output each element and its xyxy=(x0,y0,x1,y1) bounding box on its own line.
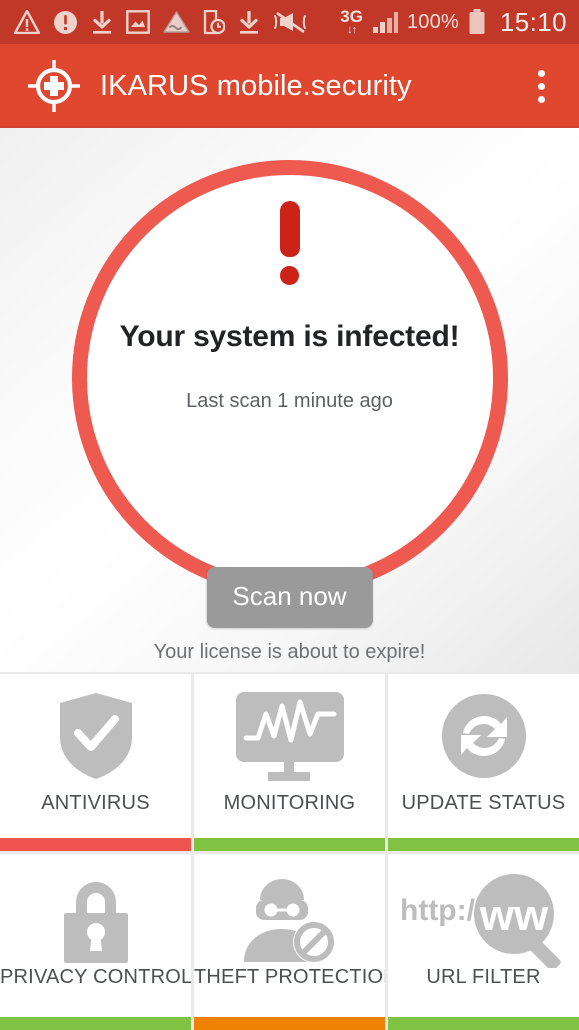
download-icon-2 xyxy=(240,10,258,34)
tile-label: ANTIVIRUS xyxy=(41,791,150,814)
battery-percent-label: 100% xyxy=(406,10,459,33)
overflow-dot xyxy=(537,82,545,90)
feature-tile-grid: ANTIVIRUS MONITORING UPDATE STATUS PRIVA… xyxy=(0,672,579,1030)
error-circle-icon xyxy=(54,10,77,34)
download-icon xyxy=(93,10,111,34)
overflow-dot xyxy=(537,69,545,77)
scan-status-circle: Your system is infected! Last scan 1 min… xyxy=(71,160,508,596)
scan-now-button[interactable]: Scan now xyxy=(206,567,373,628)
ikarus-crosshair-logo xyxy=(28,60,80,112)
status-badge xyxy=(0,837,191,851)
scan-status-panel: Your system is infected! Last scan 1 min… xyxy=(0,128,579,672)
last-scan-label: Last scan 1 minute ago xyxy=(186,390,393,412)
padlock-icon xyxy=(58,870,134,970)
network-type-label: 3G xyxy=(340,6,363,26)
overflow-dot xyxy=(537,95,545,103)
tile-url-filter[interactable]: http://w ww URL FILTER xyxy=(388,853,579,1030)
tile-theft-protection[interactable]: THEFT PROTECTION xyxy=(194,853,385,1030)
clock-label: 15:10 xyxy=(499,6,567,37)
shield-check-icon xyxy=(57,690,135,782)
data-arrows-icon: ↓↑ xyxy=(347,23,357,36)
sync-refresh-icon xyxy=(441,690,527,782)
exclamation-dot xyxy=(280,266,299,285)
url-magnified-text: ww xyxy=(478,891,548,940)
tile-monitoring[interactable]: MONITORING xyxy=(194,674,385,851)
burglar-blocked-icon xyxy=(238,870,342,970)
tile-update-status[interactable]: UPDATE STATUS xyxy=(388,674,579,851)
status-badge xyxy=(388,837,579,851)
system-status-bar: 3G ↓↑ 100% 15:10 xyxy=(0,0,579,44)
license-warning-label: Your license is about to expire! xyxy=(153,641,426,663)
network-type-indicator: 3G ↓↑ xyxy=(340,6,363,36)
image-icon xyxy=(126,10,150,34)
app-header-bar: IKARUS mobile.security xyxy=(0,44,579,128)
status-notification-icons xyxy=(14,9,340,35)
tile-label: MONITORING xyxy=(223,791,356,814)
tile-label: PRIVACY CONTROL xyxy=(0,966,191,988)
vibrate-off-icon xyxy=(274,11,306,34)
triangle-alert-icon xyxy=(163,11,190,33)
status-badge xyxy=(388,1017,579,1030)
tile-privacy-control[interactable]: PRIVACY CONTROL xyxy=(0,853,191,1030)
status-system-indicators: 3G ↓↑ 100% 15:10 xyxy=(340,7,567,38)
phone-clock-icon xyxy=(203,9,225,34)
battery-icon xyxy=(469,9,485,34)
warning-triangle-icon xyxy=(14,10,40,34)
status-badge xyxy=(0,1017,191,1030)
exclamation-mark-icon xyxy=(279,201,300,285)
monitor-graph-icon xyxy=(234,690,346,782)
tile-label: UPDATE STATUS xyxy=(401,791,566,814)
page-title: IKARUS mobile.security xyxy=(100,69,412,102)
tile-antivirus[interactable]: ANTIVIRUS xyxy=(0,674,191,851)
status-badge xyxy=(194,1017,385,1030)
overflow-menu-icon[interactable] xyxy=(523,62,559,110)
url-magnifier-icon: http://w ww xyxy=(398,870,570,970)
signal-bars-icon xyxy=(372,12,398,33)
app-screen: 3G ↓↑ 100% 15:10 IKARUS mobile.security xyxy=(0,0,579,1030)
scan-status-title: Your system is infected! xyxy=(119,320,460,353)
status-badge xyxy=(194,837,385,851)
exclamation-bar xyxy=(279,201,300,257)
tile-label: THEFT PROTECTION xyxy=(194,966,385,988)
tile-label: URL FILTER xyxy=(426,966,541,988)
